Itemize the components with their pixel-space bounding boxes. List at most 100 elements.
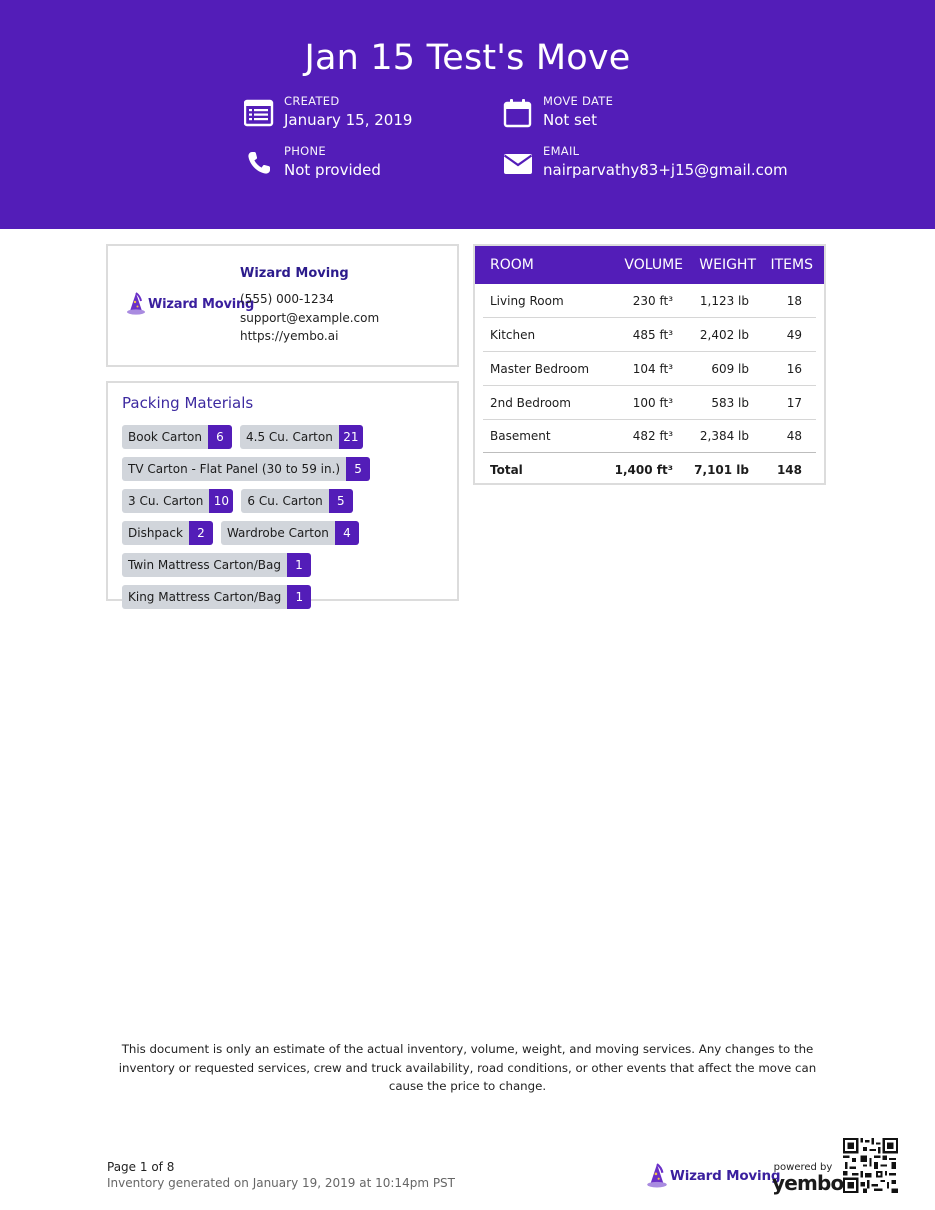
company-email[interactable]: support@example.com xyxy=(240,309,379,328)
table-row: 2nd Bedroom 100 ft³ 583 lb 17 xyxy=(483,386,816,420)
phone-value: Not provided xyxy=(284,161,381,179)
cell-volume: 482 ft³ xyxy=(632,429,673,443)
packing-chip-count: 4 xyxy=(334,521,359,545)
move-date-value: Not set xyxy=(543,111,597,129)
packing-materials-list: Book Carton 6 4.5 Cu. Carton 21 TV Carton … xyxy=(122,425,442,609)
packing-chip-count: 5 xyxy=(346,457,371,481)
packing-chip: 4.5 Cu. Carton 21 xyxy=(240,425,363,449)
email-info: EMAIL nairparvathy83+j15@gmail.com xyxy=(503,144,788,180)
wizard-hat-icon xyxy=(647,1163,667,1188)
packing-chip: King Mattress Carton/Bag 1 xyxy=(122,585,312,609)
packing-chip: 3 Cu. Carton 10 xyxy=(122,489,234,513)
move-date-info: MOVE DATE Not set xyxy=(503,94,613,130)
packing-chip-label: Book Carton xyxy=(122,425,208,449)
company-logo-text: Wizard Moving xyxy=(148,296,255,312)
company-card: Wizard Moving Wizard Moving (555) 000-12… xyxy=(106,244,459,367)
wizard-hat-icon xyxy=(127,292,145,315)
cell-weight: 2,384 lb xyxy=(699,429,749,443)
packing-materials-card: Packing Materials Book Carton 6 4.5 Cu. C… xyxy=(106,381,459,609)
table-row: Master Bedroom 104 ft³ 609 lb 16 xyxy=(483,352,816,386)
header-weight: WEIGHT xyxy=(699,257,756,273)
cell-room: 2nd Bedroom xyxy=(490,396,571,410)
packing-chip-label: 4.5 Cu. Carton xyxy=(240,425,339,449)
disclaimer-text: This document is only an estimate of the… xyxy=(118,1042,817,1093)
total-items: 148 xyxy=(776,463,802,477)
table-row: Kitchen 485 ft³ 2,402 lb 49 xyxy=(483,318,816,352)
cell-weight: 2,402 lb xyxy=(699,328,749,342)
cell-volume: 485 ft³ xyxy=(632,328,673,342)
header-items: ITEMS xyxy=(770,257,814,273)
company-phone: (555) 000-1234 xyxy=(240,292,334,306)
cell-volume: 230 ft³ xyxy=(632,294,673,308)
rooms-table: ROOM VOLUME WEIGHT ITEMS Living Room 230… xyxy=(473,244,826,485)
yembo-logo: yembo xyxy=(772,1171,844,1195)
packing-chip-label: Twin Mattress Carton/Bag xyxy=(122,553,287,577)
qr-code-icon xyxy=(843,1138,898,1193)
phone-label: PHONE xyxy=(284,144,327,158)
calendar-icon xyxy=(503,99,532,128)
cell-items: 16 xyxy=(786,362,802,376)
packing-chip-label: Wardrobe Carton xyxy=(220,521,335,545)
total-volume: 1,400 ft³ xyxy=(614,463,673,477)
cell-room: Basement xyxy=(490,429,551,443)
phone-icon xyxy=(248,152,270,174)
table-row: Basement 482 ft³ 2,384 lb 48 xyxy=(483,419,816,453)
cell-volume: 104 ft³ xyxy=(632,362,673,376)
move-date-label: MOVE DATE xyxy=(543,94,614,108)
packing-chip-label: 3 Cu. Carton xyxy=(122,489,210,513)
cell-room: Living Room xyxy=(490,294,564,308)
total-weight: 7,101 lb xyxy=(694,463,749,477)
cell-weight: 583 lb xyxy=(711,396,749,410)
footer-company-logo: Wizard Moving xyxy=(646,1163,781,1189)
packing-chip: Dishpack 2 xyxy=(122,521,213,545)
powered-by-yembo: powered by yembo xyxy=(772,1162,844,1195)
created-label: CREATED xyxy=(284,94,340,108)
footer-logo-text: Wizard Moving xyxy=(670,1168,781,1184)
packing-materials-title: Packing Materials xyxy=(122,394,254,412)
cell-weight: 609 lb xyxy=(711,362,749,376)
packing-chip: Book Carton 6 xyxy=(122,425,232,449)
page-number: Page 1 of 8 xyxy=(107,1160,175,1174)
header-volume: VOLUME xyxy=(624,257,683,273)
cell-items: 48 xyxy=(786,429,802,443)
phone-info: PHONE Not provided xyxy=(244,144,381,180)
rooms-table-header: ROOM VOLUME WEIGHT ITEMS xyxy=(475,246,824,284)
packing-chip-count: 21 xyxy=(338,425,363,449)
envelope-icon xyxy=(503,154,533,174)
calendar-list-icon xyxy=(244,99,274,127)
packing-chip-count: 2 xyxy=(188,521,213,545)
cell-items: 17 xyxy=(786,396,802,410)
packing-chip-count: 1 xyxy=(286,553,311,577)
total-label: Total xyxy=(490,463,523,477)
move-title: Jan 15 Test's Move xyxy=(304,38,631,78)
packing-chip: TV Carton - Flat Panel (30 to 59 in.) 5 xyxy=(122,457,371,481)
packing-chip: Wardrobe Carton 4 xyxy=(220,521,359,545)
packing-chip-label: King Mattress Carton/Bag xyxy=(122,585,288,609)
packing-chip-label: 6 Cu. Carton xyxy=(241,489,329,513)
generated-timestamp: Inventory generated on January 19, 2019 … xyxy=(107,1176,456,1190)
created-value: January 15, 2019 xyxy=(284,111,413,129)
cell-weight: 1,123 lb xyxy=(699,294,749,308)
email-value[interactable]: nairparvathy83+j15@gmail.com xyxy=(543,160,788,180)
company-logo: Wizard Moving xyxy=(126,292,254,316)
packing-chip-count: 1 xyxy=(287,585,312,609)
header-room: ROOM xyxy=(490,257,534,273)
packing-chip-label: Dishpack xyxy=(122,521,189,545)
company-name: Wizard Moving xyxy=(240,266,349,281)
packing-chip: Twin Mattress Carton/Bag 1 xyxy=(122,553,311,577)
packing-chip-label: TV Carton - Flat Panel (30 to 59 in.) xyxy=(122,457,347,481)
company-website[interactable]: https://yembo.ai xyxy=(240,327,379,346)
email-label: EMAIL xyxy=(543,144,580,158)
packing-chip: 6 Cu. Carton 5 xyxy=(241,489,353,513)
created-info: CREATED January 15, 2019 xyxy=(244,94,412,130)
cell-items: 18 xyxy=(786,294,802,308)
packing-chip-count: 6 xyxy=(208,425,232,449)
packing-chip-count: 10 xyxy=(209,489,234,513)
header-banner: Jan 15 Test's Move CREATED January 15, 2… xyxy=(0,0,935,229)
packing-chip-count: 5 xyxy=(328,489,353,513)
cell-volume: 100 ft³ xyxy=(632,396,673,410)
table-total-row: Total 1,400 ft³ 7,101 lb 148 xyxy=(483,453,816,486)
cell-room: Master Bedroom xyxy=(490,362,590,376)
table-row: Living Room 230 ft³ 1,123 lb 18 xyxy=(483,284,816,318)
cell-room: Kitchen xyxy=(490,328,536,342)
